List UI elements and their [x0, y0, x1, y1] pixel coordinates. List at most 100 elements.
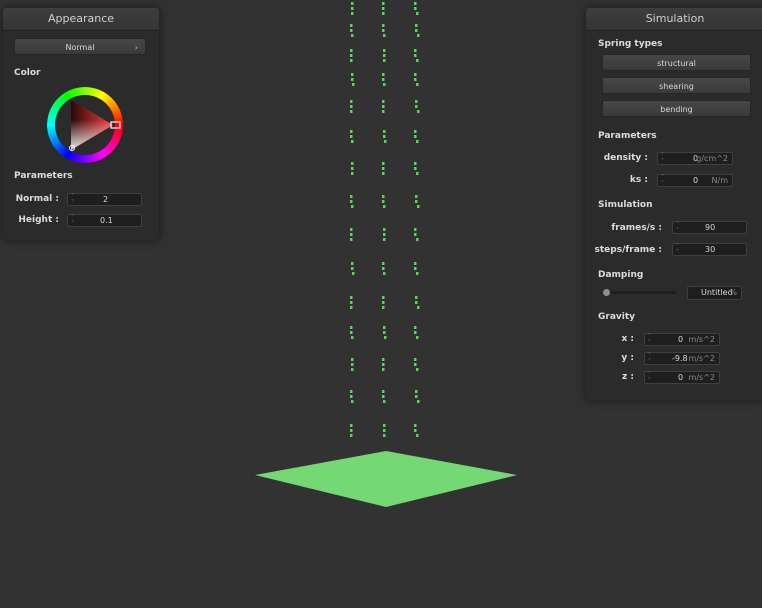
spinner-icon[interactable]: ˄ ˅: [648, 334, 651, 346]
gravity-y-input[interactable]: ˄ ˅ -9.8 m/s^2: [644, 352, 720, 365]
cloth-particle: [351, 336, 354, 339]
cloth-particle: [351, 363, 354, 366]
cloth-particle: [417, 110, 420, 113]
cloth-particle: [417, 400, 420, 403]
cloth-particle: [383, 135, 386, 138]
cloth-particle: [414, 49, 417, 52]
cloth-particle: [414, 429, 417, 432]
cloth-particle: [350, 130, 353, 133]
shading-mode-dropdown[interactable]: Normal ›: [14, 38, 146, 55]
cloth-particle: [414, 331, 417, 334]
cloth-particle: [350, 233, 353, 236]
ks-input[interactable]: ˄ ˅ 0 N/m: [657, 174, 733, 187]
cloth-particle: [415, 395, 418, 398]
cloth-particle: [350, 29, 353, 32]
cloth-particle: [414, 73, 417, 76]
cloth-particle: [382, 29, 385, 32]
cloth-particle: [382, 172, 385, 175]
cloth-particle: [383, 83, 386, 86]
spinner-icon[interactable]: ˄ ˅: [661, 175, 664, 187]
spinner-icon[interactable]: ˄ ˅: [661, 153, 664, 165]
color-wheel[interactable]: [47, 87, 123, 163]
shading-mode-value: Normal: [65, 43, 95, 52]
cloth-particle: [416, 238, 419, 241]
cloth-particle: [416, 59, 419, 62]
cloth-particle: [350, 296, 353, 299]
appearance-panel-title[interactable]: Appearance: [3, 8, 159, 31]
simulation-section-label: Simulation: [598, 200, 653, 210]
cloth-particle: [414, 358, 417, 361]
spinner-icon[interactable]: ˄ ˅: [648, 353, 651, 365]
damping-unit: %: [729, 288, 737, 297]
cloth-particle: [414, 233, 417, 236]
cloth-particle: [382, 73, 385, 76]
cloth-particle: [382, 162, 385, 165]
density-input[interactable]: ˄ ˅ 0 g/cm^2: [657, 152, 733, 165]
cloth-particle: [351, 368, 354, 371]
cloth-particle: [383, 326, 386, 329]
bending-button[interactable]: bending: [602, 100, 751, 117]
cloth-particle: [383, 434, 386, 437]
cloth-particle: [382, 110, 385, 113]
gravity-x-unit: m/s^2: [688, 335, 715, 344]
cloth-particle: [415, 296, 418, 299]
cloth-particle: [351, 262, 354, 265]
cloth-particle: [382, 301, 385, 304]
height-input[interactable]: ˄ ˅ 0.1: [67, 214, 142, 227]
damping-input[interactable]: Untitled %: [687, 286, 742, 300]
cloth-particle: [416, 12, 419, 15]
cloth-particle: [350, 195, 353, 198]
damping-slider[interactable]: [606, 291, 676, 294]
spinner-icon[interactable]: ˄ ˅: [71, 215, 74, 227]
cloth-particle: [350, 54, 353, 57]
cloth-particle: [416, 434, 419, 437]
cloth-particle: [417, 34, 420, 37]
cloth-particle: [382, 363, 385, 366]
cloth-particle: [384, 140, 387, 143]
spinner-icon[interactable]: ˄ ˅: [648, 372, 651, 384]
cloth-particle: [350, 301, 353, 304]
cloth-particle: [351, 12, 354, 15]
cloth-particle: [382, 267, 385, 270]
spinner-icon[interactable]: ˄ ˅: [676, 222, 679, 234]
spinner-icon[interactable]: ˄ ˅: [71, 194, 74, 206]
cloth-particle: [383, 34, 386, 37]
cloth-particle: [350, 228, 353, 231]
spring-types-label: Spring types: [598, 39, 663, 49]
spinner-icon[interactable]: ˄ ˅: [676, 244, 679, 256]
cloth-particle: [416, 140, 419, 143]
density-unit: g/cm^2: [696, 154, 728, 163]
steps-input[interactable]: ˄ ˅ 30: [672, 243, 747, 256]
cloth-particle: [382, 390, 385, 393]
cloth-particle: [351, 140, 354, 143]
damping-slider-knob[interactable]: [603, 289, 610, 296]
cloth-particle: [415, 105, 418, 108]
cloth-particle: [382, 395, 385, 398]
cloth-particle: [383, 400, 386, 403]
cloth-particle: [382, 200, 385, 203]
cloth-particle: [350, 110, 353, 113]
structural-button[interactable]: structural: [602, 54, 751, 71]
height-label: Height :: [18, 215, 59, 225]
simulation-panel-title[interactable]: Simulation: [586, 8, 762, 31]
cloth-particle: [382, 105, 385, 108]
cloth-particle: [383, 331, 386, 334]
cloth-particle: [382, 2, 385, 5]
cloth-particle: [350, 24, 353, 27]
cloth-particle: [351, 73, 354, 76]
ks-label: ks :: [629, 175, 648, 185]
gravity-z-input[interactable]: ˄ ˅ 0 m/s^2: [644, 371, 720, 384]
cloth-particle: [382, 358, 385, 361]
cloth-particle: [414, 78, 417, 81]
cloth-particle: [417, 306, 420, 309]
cloth-particle: [350, 49, 353, 52]
damping-label: Damping: [598, 270, 644, 280]
cloth-particle: [351, 167, 354, 170]
gravity-x-input[interactable]: ˄ ˅ 0 m/s^2: [644, 333, 720, 346]
frames-input[interactable]: ˄ ˅ 90: [672, 221, 747, 234]
shearing-button[interactable]: shearing: [602, 77, 751, 94]
cloth-particle: [352, 272, 355, 275]
cloth-particle: [350, 59, 353, 62]
normal-input[interactable]: ˄ ˅ 2: [67, 193, 142, 206]
cloth-particle: [415, 100, 418, 103]
